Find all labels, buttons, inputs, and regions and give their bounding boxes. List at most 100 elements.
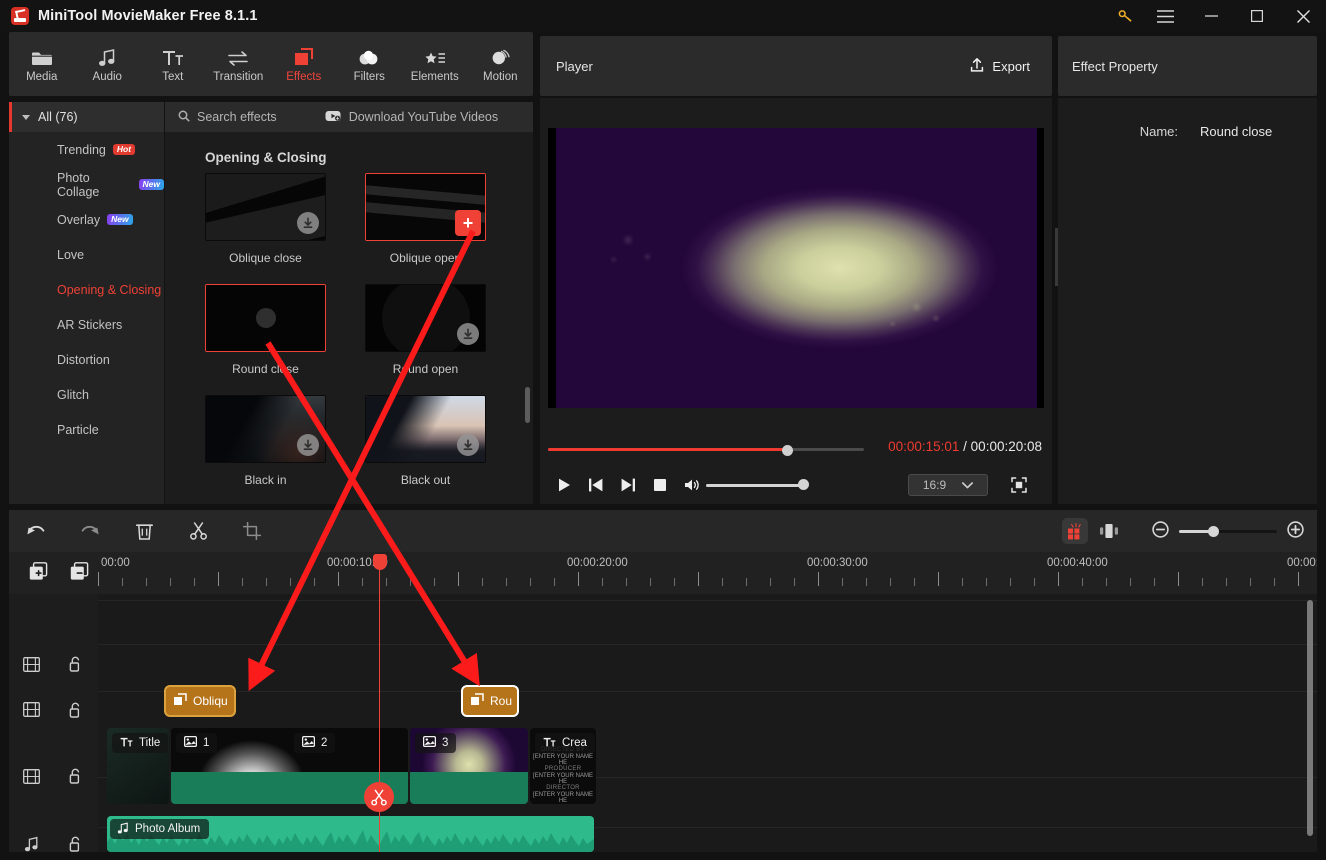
timeline-vertical-scrollbar[interactable] (1307, 600, 1313, 836)
timeline-effect-clip-oblique[interactable]: Obliqu (164, 685, 236, 717)
effect-thumbnail[interactable] (205, 284, 326, 352)
split-button[interactable] (171, 510, 225, 552)
effect-cell-black-in[interactable]: Black in (205, 395, 326, 487)
timeline-clip-photo-3[interactable]: 3 (410, 728, 528, 804)
crop-button[interactable] (225, 510, 279, 552)
sidebar-item-particle[interactable]: Particle (9, 412, 164, 447)
effects-grid: Oblique close + Oblique open Round close (165, 173, 533, 487)
delete-button[interactable] (117, 510, 171, 552)
remove-track-icon[interactable] (70, 562, 89, 584)
aspect-ratio-select[interactable]: 16:9 (908, 474, 988, 496)
unlock-icon[interactable] (53, 768, 98, 784)
timeline-audio-clip[interactable]: Photo Album (107, 816, 594, 852)
effect-cell-round-open[interactable]: Round open (365, 284, 486, 376)
video-preview[interactable] (548, 128, 1044, 408)
stop-button[interactable] (644, 472, 676, 498)
sidebar-item-photo-collage[interactable]: Photo Collage New (9, 167, 164, 202)
effect-thumbnail[interactable]: + (365, 173, 486, 241)
tab-text[interactable]: Text (140, 32, 206, 96)
sidebar-item-love[interactable]: Love (9, 237, 164, 272)
timeline-effect-clip-round[interactable]: Rou (461, 685, 519, 717)
download-icon[interactable] (457, 434, 479, 456)
add-track-icon[interactable] (29, 562, 48, 584)
badge-new: New (138, 179, 164, 190)
zoom-slider[interactable] (1179, 525, 1277, 537)
timeline-clip-credits[interactable]: DIRECTED BY [ENTER YOUR NAME HE PRODUCER… (530, 728, 596, 804)
sidebar-item-overlay[interactable]: Overlay New (9, 202, 164, 237)
sidebar-item-ar-stickers[interactable]: AR Stickers (9, 307, 164, 342)
effects-toggle-button[interactable] (1062, 518, 1088, 544)
maximize-icon[interactable] (1234, 0, 1280, 32)
effect-thumbnail[interactable] (205, 173, 326, 241)
tab-transition[interactable]: Transition (206, 32, 272, 96)
export-button[interactable]: Export (970, 57, 1030, 76)
playhead-handle[interactable] (372, 554, 387, 570)
tab-filters[interactable]: Filters (337, 32, 403, 96)
unlock-icon[interactable] (53, 836, 98, 852)
key-icon[interactable] (1108, 0, 1142, 32)
music-note-icon (117, 822, 129, 837)
volume-handle[interactable] (798, 479, 809, 490)
effect-cell-black-out[interactable]: Black out (365, 395, 486, 487)
zoom-in-icon[interactable] (1287, 521, 1304, 541)
fullscreen-icon[interactable] (1008, 474, 1030, 496)
sidebar-item-label: AR Stickers (57, 317, 123, 332)
film-strip-icon (9, 656, 53, 672)
hamburger-menu-icon[interactable] (1142, 0, 1188, 32)
clip-label: 1 (203, 737, 210, 749)
download-icon[interactable] (457, 323, 479, 345)
tab-elements-label: Elements (410, 71, 459, 83)
track-header-audio[interactable] (9, 819, 98, 860)
download-icon[interactable] (297, 434, 319, 456)
zoom-slider-handle[interactable] (1208, 525, 1219, 537)
volume-slider[interactable] (706, 484, 806, 487)
volume-button[interactable] (676, 472, 708, 498)
download-youtube-videos-button[interactable]: Download YouTube Videos (325, 110, 498, 125)
sidebar-item-opening-closing[interactable]: Opening & Closing (9, 272, 164, 307)
effect-thumbnail[interactable] (205, 395, 326, 463)
seek-slider[interactable] (548, 445, 864, 456)
split-at-playhead-badge[interactable] (364, 782, 394, 812)
search-input[interactable]: Search effects (165, 110, 277, 125)
track-header-effect[interactable] (9, 686, 98, 733)
feature-toolbar: Media Audio Text Transition Effects Filt… (9, 32, 533, 96)
track-header-video-1[interactable] (9, 642, 98, 686)
play-button[interactable] (548, 472, 580, 498)
effect-cell-oblique-close[interactable]: Oblique close (205, 173, 326, 265)
tab-elements[interactable]: Elements (402, 32, 468, 96)
previous-frame-button[interactable] (580, 472, 612, 498)
credits-line: PRODUCER (544, 766, 582, 772)
tab-motion[interactable]: Motion (468, 32, 534, 96)
seek-handle[interactable] (782, 445, 793, 456)
zoom-out-icon[interactable] (1152, 521, 1169, 541)
sidebar-item-trending[interactable]: Trending Hot (9, 132, 164, 167)
sidebar-item-glitch[interactable]: Glitch (9, 377, 164, 412)
tab-effects[interactable]: Effects (271, 32, 337, 96)
effect-thumbnail[interactable] (365, 395, 486, 463)
tab-audio[interactable]: Audio (75, 32, 141, 96)
category-all[interactable]: All (76) (9, 102, 164, 132)
timeline-ruler[interactable]: 00:00 00:00:10:00 00:00:20:00 00:00:30:0… (9, 552, 1317, 594)
unlock-icon[interactable] (53, 656, 98, 672)
effect-thumbnail[interactable] (365, 284, 486, 352)
timeline-clip-title[interactable]: Title (107, 728, 169, 804)
effect-cell-oblique-open[interactable]: + Oblique open (365, 173, 486, 265)
clip-audio-band (410, 772, 528, 804)
unlock-icon[interactable] (53, 702, 98, 718)
track-add-remove-buttons (29, 562, 89, 584)
minimize-icon[interactable] (1188, 0, 1234, 32)
plus-icon[interactable]: + (455, 210, 481, 236)
undo-button[interactable] (9, 510, 63, 552)
download-icon[interactable] (297, 212, 319, 234)
close-icon[interactable] (1280, 0, 1326, 32)
sidebar-item-label: Trending (57, 142, 106, 157)
next-frame-button[interactable] (612, 472, 644, 498)
text-tt-icon (162, 45, 184, 67)
sidebar-item-distortion[interactable]: Distortion (9, 342, 164, 377)
effects-panel-scrollbar[interactable] (525, 387, 530, 423)
effect-cell-round-close[interactable]: Round close (205, 284, 326, 376)
redo-button[interactable] (63, 510, 117, 552)
track-header-video-2[interactable] (9, 733, 98, 819)
mirror-button[interactable] (1088, 510, 1130, 552)
tab-media[interactable]: Media (9, 32, 75, 96)
